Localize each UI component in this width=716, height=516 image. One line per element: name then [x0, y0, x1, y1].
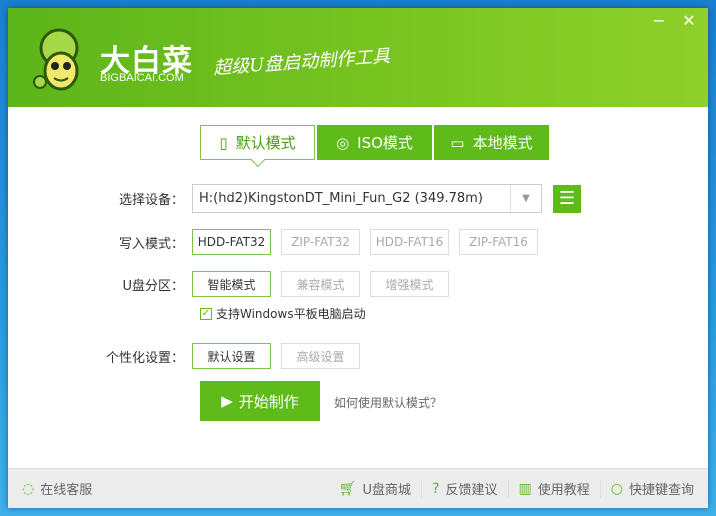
write-mode-hdd-fat16[interactable]: HDD-FAT16: [370, 229, 449, 255]
usb-icon: ▯: [219, 133, 228, 152]
write-mode-label: 写入模式：: [118, 236, 184, 252]
header: 大白菜 BIGBAICAI.COM 超级U盘启动制作工具 − ✕: [8, 8, 708, 107]
cart-icon: 🛒︎: [338, 480, 357, 497]
menu-button[interactable]: ☰: [553, 184, 581, 213]
feedback-link[interactable]: ? 反馈建议: [422, 479, 507, 499]
personal-row: 个性化设置： 默认设置 高级设置: [0, 343, 370, 369]
shortcuts-link[interactable]: ○ 快捷键查询: [601, 479, 708, 499]
tutorial-link[interactable]: ▥ 使用教程: [509, 479, 600, 499]
cabbage-mascot-logo: [33, 28, 79, 91]
windows-tablet-checkbox[interactable]: ✓ 支持Windows平板电脑启动: [200, 305, 366, 322]
tab-local-mode[interactable]: ▭ 本地模式: [434, 125, 549, 160]
tab-label: 默认模式: [235, 134, 296, 152]
online-service-link[interactable]: ◌ 在线客服: [8, 479, 102, 499]
write-mode-zip-fat32[interactable]: ZIP-FAT32: [281, 229, 360, 255]
shop-label: U盘商城: [362, 483, 412, 498]
book-icon: ▥: [518, 480, 532, 497]
tutorial-label: 使用教程: [537, 483, 590, 498]
partition-enhanced[interactable]: 增强模式: [370, 271, 449, 297]
play-icon: ▶: [221, 392, 233, 410]
chat-icon: ◌: [22, 480, 35, 497]
minimize-button[interactable]: −: [648, 11, 670, 31]
mode-tabs: ▯ 默认模式 ◎ ISO模式 ▭ 本地模式: [200, 125, 549, 160]
close-button[interactable]: ✕: [678, 11, 700, 31]
brand-domain: BIGBAICAI.COM: [100, 72, 184, 84]
personal-default[interactable]: 默认设置: [192, 343, 271, 369]
feedback-icon: ?: [432, 480, 440, 497]
hamburger-icon: ☰: [558, 188, 576, 209]
search-icon: ○: [610, 480, 623, 497]
partition-compatible[interactable]: 兼容模式: [281, 271, 360, 297]
personal-advanced[interactable]: 高级设置: [281, 343, 360, 369]
checkbox-icon: ✓: [200, 307, 212, 320]
tab-default-mode[interactable]: ▯ 默认模式: [200, 125, 315, 160]
disc-icon: ◎: [336, 133, 350, 152]
chevron-down-icon[interactable]: ▼: [510, 185, 541, 212]
slogan: 超级U盘启动制作工具: [212, 45, 391, 80]
start-button[interactable]: ▶ 开始制作: [200, 381, 320, 421]
partition-row: U盘分区： 智能模式 兼容模式 增强模式: [0, 271, 459, 297]
write-mode-hdd-fat32[interactable]: HDD-FAT32: [192, 229, 271, 255]
feedback-label: 反馈建议: [445, 483, 498, 498]
shop-link[interactable]: 🛒︎ U盘商城: [329, 479, 421, 499]
partition-smart[interactable]: 智能模式: [192, 271, 271, 297]
device-label: 选择设备：: [118, 193, 184, 208]
write-mode-row: 写入模式： HDD-FAT32 ZIP-FAT32 HDD-FAT16 ZIP-…: [0, 229, 548, 255]
device-select[interactable]: H:(hd2)KingstonDT_Mini_Fun_G2 (349.78m) ▼: [192, 184, 542, 213]
tab-label: 本地模式: [472, 134, 533, 152]
footer: ◌ 在线客服 🛒︎ U盘商城 ? 反馈建议 ▥ 使用教程 ○ 快捷键查询: [8, 468, 708, 508]
write-mode-zip-fat16[interactable]: ZIP-FAT16: [459, 229, 538, 255]
app-window: 大白菜 BIGBAICAI.COM 超级U盘启动制作工具 − ✕: [8, 8, 708, 508]
tab-iso-mode[interactable]: ◎ ISO模式: [317, 125, 432, 160]
shortcuts-label: 快捷键查询: [628, 483, 694, 498]
tab-label: ISO模式: [357, 134, 413, 152]
device-value: H:(hd2)KingstonDT_Mini_Fun_G2 (349.78m): [199, 191, 483, 206]
help-link[interactable]: 如何使用默认模式？: [334, 394, 442, 411]
monitor-icon: ▭: [450, 133, 465, 152]
device-row: 选择设备： H:(hd2)KingstonDT_Mini_Fun_G2 (349…: [0, 184, 581, 213]
start-label: 开始制作: [238, 392, 299, 411]
windows-tablet-label: 支持Windows平板电脑启动: [216, 307, 366, 321]
online-service-label: 在线客服: [40, 483, 93, 498]
partition-label: U盘分区：: [122, 278, 184, 294]
personal-label: 个性化设置：: [105, 350, 184, 366]
